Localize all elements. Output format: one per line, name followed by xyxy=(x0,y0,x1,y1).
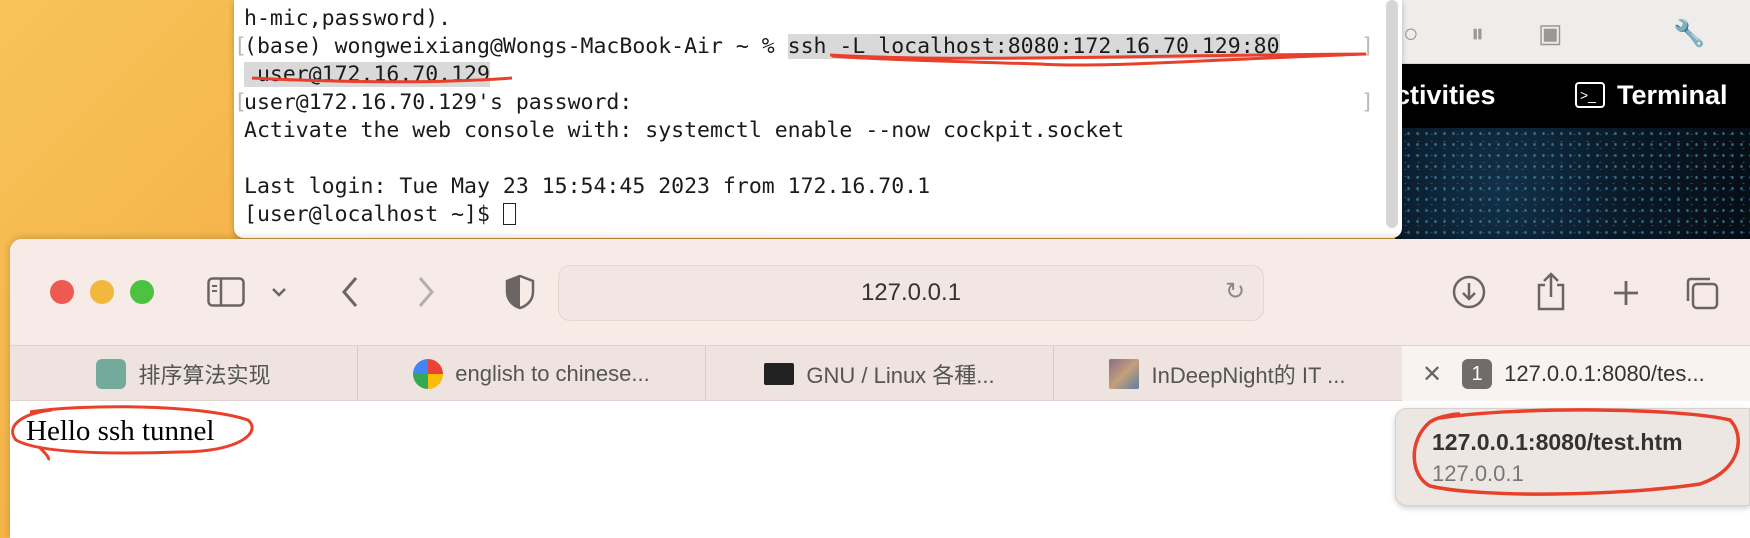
terminal-favicon xyxy=(764,363,795,385)
tab-item[interactable]: GNU / Linux 各種... xyxy=(706,346,1053,402)
photo-favicon xyxy=(1109,359,1140,389)
circle-icon[interactable]: ○ xyxy=(1403,18,1419,49)
minimize-window-button[interactable] xyxy=(90,280,114,304)
address-bar[interactable]: 127.0.0.1 ↻ xyxy=(558,265,1264,321)
wrench-icon[interactable]: 🔧 xyxy=(1673,18,1705,49)
shield-icon[interactable] xyxy=(504,273,536,311)
terminal-line: (base) wongweixiang@Wongs-MacBook-Air ~ … xyxy=(244,34,1280,59)
reload-icon[interactable]: ↻ xyxy=(1221,278,1249,306)
google-icon xyxy=(413,359,444,389)
chevron-down-icon[interactable] xyxy=(268,279,290,305)
tab-number-badge: 1 xyxy=(1462,359,1493,389)
terminal-line: h-mic,password). xyxy=(244,6,452,31)
sidebar-icon[interactable] xyxy=(205,275,247,309)
activities-label[interactable]: ctivities xyxy=(1395,80,1496,111)
selected-command: ssh -L localhost:8080:172.16.70.129:80 xyxy=(787,34,1280,59)
terminal-line: [user@localhost ~]$ xyxy=(244,202,516,227)
terminal-app-label[interactable]: Terminal xyxy=(1617,80,1728,111)
prompt-text: [user@localhost ~]$ xyxy=(244,202,503,227)
page-text: Hello ssh tunnel xyxy=(26,415,215,447)
tab-overview-icon[interactable] xyxy=(1682,273,1722,313)
tab-label: english to chinese... xyxy=(455,361,650,386)
selected-command-cont: user@172.16.70.129 xyxy=(244,62,490,87)
new-tab-icon[interactable] xyxy=(1608,275,1644,311)
vm-screen: ctivities >_ Terminal xyxy=(1395,64,1750,240)
tab-label: 127.0.0.1:8080/tes... xyxy=(1504,361,1705,386)
tab-item-active[interactable]: ✕ 1 127.0.0.1:8080/tes... xyxy=(1402,346,1750,402)
terminal-window[interactable]: h-mic,password). [ (base) wongweixiang@W… xyxy=(234,0,1402,238)
line-bracket: ] xyxy=(1361,90,1374,115)
terminal-line: Last login: Tue May 23 15:54:45 2023 fro… xyxy=(244,174,931,199)
tab-label: InDeepNight的 IT ... xyxy=(1151,363,1346,388)
popup-title: 127.0.0.1:8080/test.htm xyxy=(1432,429,1683,455)
tab-label: 排序算法实现 xyxy=(138,363,271,388)
chatgpt-icon xyxy=(96,359,127,389)
terminal-line: user@172.16.70.129 xyxy=(244,62,490,87)
popup-subtitle: 127.0.0.1 xyxy=(1432,461,1524,486)
close-window-button[interactable] xyxy=(50,280,74,304)
pause-icon[interactable]: ⏸ xyxy=(1471,18,1484,50)
snapshot-icon[interactable]: ▣ xyxy=(1538,18,1563,49)
terminal-line: user@172.16.70.129's password: xyxy=(244,90,633,115)
vm-viewer-window: ○ ⏸ ▣ 🔧 ctivities >_ Terminal xyxy=(1395,0,1750,240)
cursor xyxy=(502,203,516,225)
scrollbar[interactable] xyxy=(1386,0,1398,228)
tab-item[interactable]: english to chinese... xyxy=(358,346,705,402)
tab-item[interactable]: 排序算法实现 xyxy=(10,346,357,402)
address-text: 127.0.0.1 xyxy=(860,279,962,306)
vm-toolbar: ○ ⏸ ▣ 🔧 xyxy=(1395,0,1750,64)
terminal-line: Activate the web console with: systemctl… xyxy=(244,118,1125,143)
tab-label: GNU / Linux 各種... xyxy=(806,363,995,388)
browser-toolbar: 127.0.0.1 ↻ xyxy=(10,239,1750,345)
download-icon[interactable] xyxy=(1450,273,1488,311)
line-bracket: ] xyxy=(1361,34,1374,59)
forward-icon[interactable] xyxy=(412,273,440,311)
close-tab-icon[interactable]: ✕ xyxy=(1422,360,1442,389)
wallpaper xyxy=(1395,128,1750,240)
back-icon[interactable] xyxy=(336,273,364,311)
share-icon[interactable] xyxy=(1532,269,1570,313)
tab-preview-popup: 127.0.0.1:8080/test.htm 127.0.0.1 xyxy=(1395,408,1750,506)
tab-bar: 排序算法实现 english to chinese... GNU / Linux… xyxy=(10,345,1750,402)
prompt-text: (base) wongweixiang@Wongs-MacBook-Air ~ … xyxy=(244,34,788,59)
maximize-window-button[interactable] xyxy=(130,280,154,304)
gnome-topbar: ctivities >_ Terminal xyxy=(1395,64,1750,128)
tab-item[interactable]: InDeepNight的 IT ... xyxy=(1054,346,1401,402)
terminal-app-icon: >_ xyxy=(1575,82,1605,108)
